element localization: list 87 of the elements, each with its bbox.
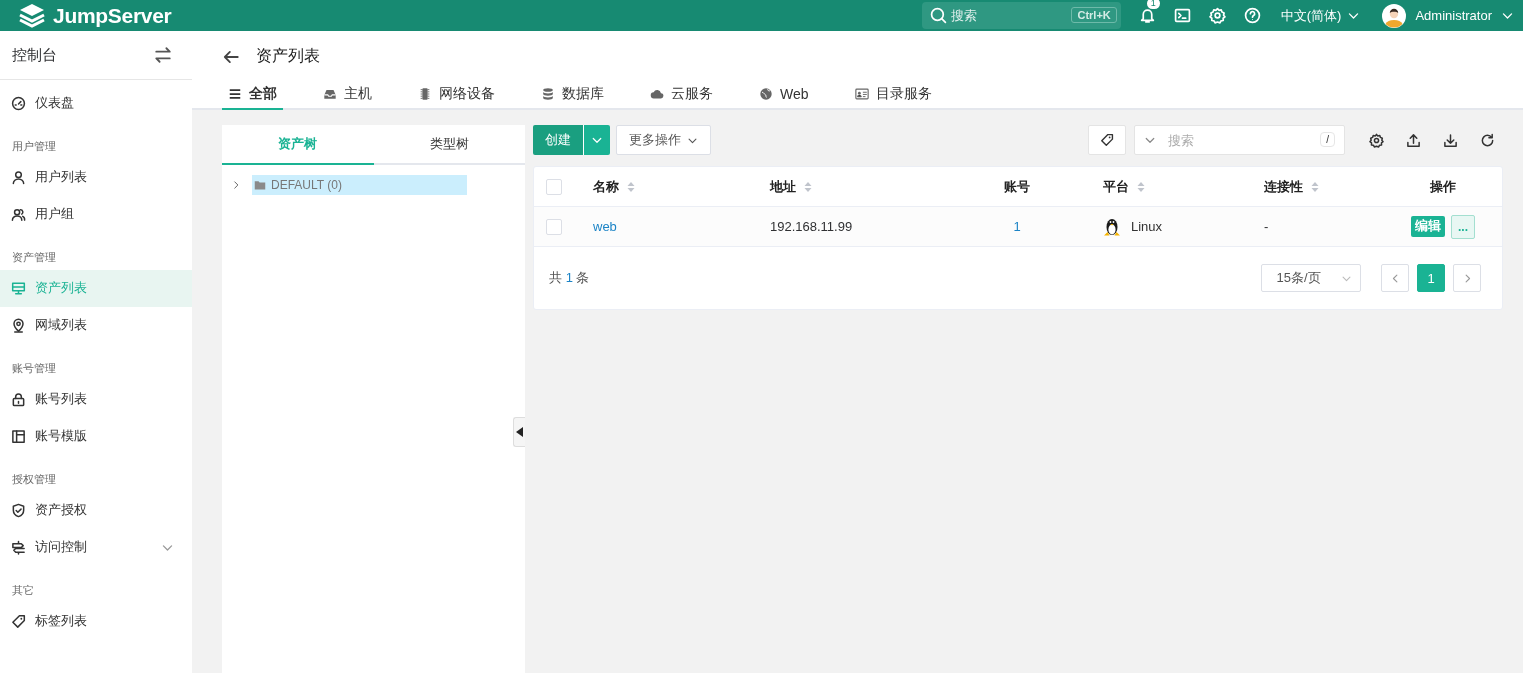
table-cell: 192.168.11.99 <box>770 219 853 234</box>
column-header: 账号 <box>1004 177 1030 196</box>
help-icon[interactable] <box>1243 7 1261 24</box>
chip-icon <box>418 87 432 101</box>
menu-section-label: 用户管理 <box>11 139 57 154</box>
create-dropdown-button[interactable] <box>583 125 610 155</box>
user-icon <box>11 170 26 185</box>
column-header[interactable]: 平台 <box>1103 177 1145 196</box>
column-header[interactable]: 地址 <box>770 177 812 196</box>
user-group-icon <box>11 207 26 222</box>
tag-icon <box>1100 133 1114 147</box>
globe-icon <box>759 87 773 101</box>
menu-section-label: 授权管理 <box>11 472 57 487</box>
column-header[interactable]: 名称 <box>593 177 635 196</box>
menu-item[interactable]: 标签列表 <box>0 603 192 640</box>
lock-icon <box>11 392 26 407</box>
menu-section-label: 账号管理 <box>11 361 57 376</box>
cloud-icon <box>650 87 664 101</box>
triangle-left-icon <box>515 427 524 437</box>
tag-filter-button[interactable] <box>1088 125 1126 155</box>
table-cell: Linux <box>1131 219 1163 234</box>
total-count: 共 1 条 <box>549 269 590 287</box>
category-tab[interactable]: 主机 <box>317 80 378 110</box>
column-header: 操作 <box>1430 177 1456 196</box>
sort-icon <box>804 180 812 193</box>
column-header[interactable]: 连接性 <box>1264 177 1319 196</box>
menu-item[interactable]: 账号列表 <box>0 381 192 418</box>
download-icon[interactable] <box>1443 132 1458 148</box>
language-selector[interactable]: 中文(简体) <box>1280 6 1361 25</box>
swap-arrows-icon[interactable] <box>154 46 172 64</box>
shortcut-hint: / <box>1320 132 1335 147</box>
layout-icon <box>11 429 26 444</box>
account-count-link[interactable]: 1 <box>1013 219 1021 234</box>
page-title: 资产列表 <box>256 46 320 66</box>
id-card-icon <box>854 87 869 101</box>
menu-item[interactable]: 仪表盘 <box>0 85 192 122</box>
category-tab[interactable]: Web <box>753 80 815 110</box>
chevron-right-icon[interactable] <box>231 180 241 190</box>
refresh-icon[interactable] <box>1480 132 1495 148</box>
menu-item[interactable]: 用户组 <box>0 196 192 233</box>
database-icon <box>541 87 555 101</box>
page-size-select[interactable]: 15条/页 <box>1261 264 1361 292</box>
tree-node[interactable]: DEFAULT (0) <box>252 175 467 195</box>
search-icon <box>929 7 947 24</box>
category-tab[interactable]: 全部 <box>222 80 283 110</box>
menu-item[interactable]: 账号模版 <box>0 418 192 455</box>
upload-icon[interactable] <box>1406 132 1421 148</box>
sort-icon <box>1311 180 1319 193</box>
terminal-icon[interactable] <box>1173 7 1191 24</box>
shield-check-icon <box>11 503 26 518</box>
tag-icon <box>11 614 26 629</box>
asset-name-link[interactable]: web <box>593 219 617 234</box>
table-cell: - <box>1264 219 1269 234</box>
sidebar-title: 控制台 <box>12 45 57 65</box>
signpost-icon <box>11 540 26 555</box>
category-tab[interactable]: 目录服务 <box>848 80 938 110</box>
penguin-icon <box>1103 216 1121 237</box>
category-tab[interactable]: 数据库 <box>535 80 610 110</box>
shortcut-hint: Ctrl+K <box>1071 7 1117 23</box>
menu-item[interactable]: 资产授权 <box>0 492 192 529</box>
collapse-handle[interactable] <box>513 417 525 447</box>
tree-tab[interactable]: 类型树 <box>373 125 525 165</box>
sort-icon <box>627 180 635 193</box>
folder-icon <box>254 179 266 191</box>
app-logo-text: JumpServer <box>53 3 172 28</box>
stacked-layers-logo-icon <box>18 2 46 29</box>
sort-icon <box>1137 180 1145 193</box>
checkbox[interactable] <box>546 178 562 195</box>
dashboard-gauge-icon <box>11 96 26 111</box>
notification-badge: 1 <box>1146 0 1160 9</box>
menu-item[interactable]: 用户列表 <box>0 159 192 196</box>
inbox-icon <box>323 87 337 101</box>
category-tab[interactable]: 云服务 <box>644 80 719 110</box>
bell-icon[interactable] <box>1138 7 1156 24</box>
menu-icon <box>228 87 242 101</box>
category-tab[interactable]: 网络设备 <box>412 80 501 110</box>
user-menu[interactable]: Administrator <box>1382 3 1514 28</box>
menu-item[interactable]: 访问控制 <box>0 529 192 566</box>
monitor-icon <box>11 281 26 296</box>
checkbox[interactable] <box>546 218 562 235</box>
settings-icon[interactable] <box>1369 132 1384 148</box>
location-pin-icon <box>11 318 26 333</box>
avatar-icon <box>1382 3 1407 28</box>
menu-item[interactable]: 网域列表 <box>0 307 192 344</box>
menu-section-label: 资产管理 <box>11 250 57 265</box>
menu-section-label: 其它 <box>11 583 35 598</box>
more-actions-button[interactable]: 更多操作 <box>616 125 711 155</box>
